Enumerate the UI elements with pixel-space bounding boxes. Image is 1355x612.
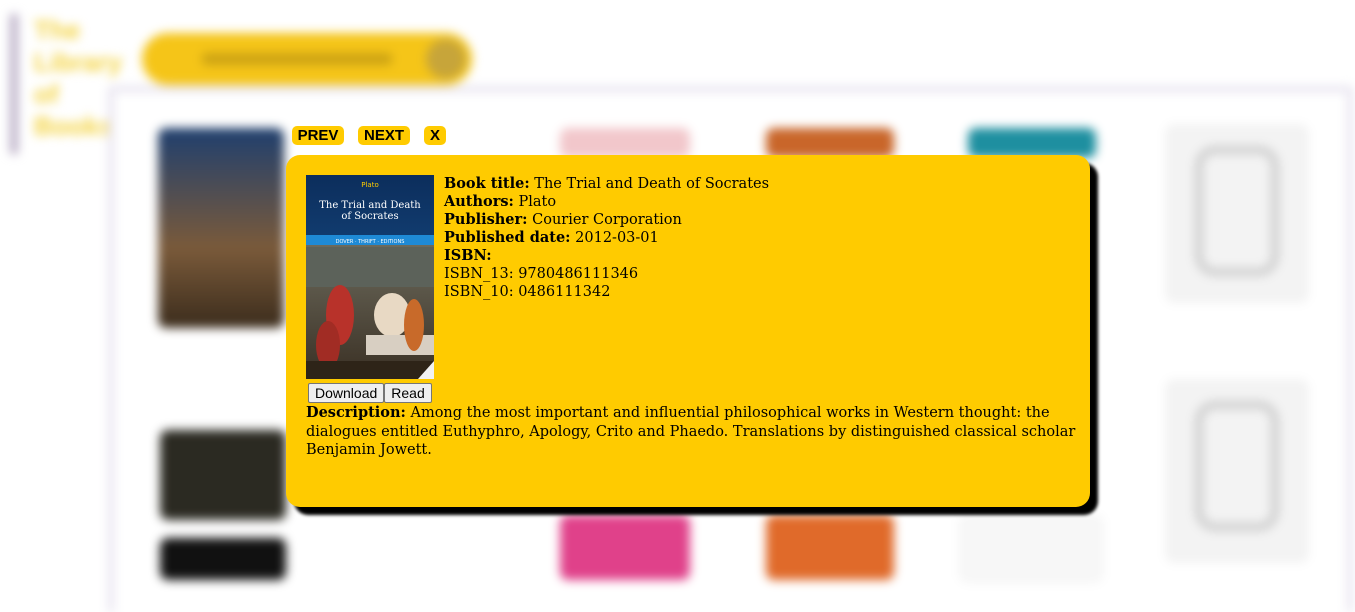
book-authors: Plato xyxy=(518,194,557,210)
placeholder-icon xyxy=(1195,146,1279,276)
authors-row: Authors: Plato xyxy=(444,193,1064,211)
publisher-label: Publisher: xyxy=(444,211,528,228)
book-card[interactable] xyxy=(766,128,894,158)
description-label: Description: xyxy=(306,404,406,421)
published-date-label: Published date: xyxy=(444,229,571,246)
book-description: Description: Among the most important an… xyxy=(306,404,1076,460)
book-metadata: Book title: The Trial and Death of Socra… xyxy=(444,175,1064,301)
published-date-row: Published date: 2012-03-01 xyxy=(444,229,1064,247)
book-card[interactable] xyxy=(766,515,894,580)
site-title-line: Library xyxy=(34,47,123,77)
book-publisher: Courier Corporation xyxy=(532,212,682,228)
publisher-row: Publisher: Courier Corporation xyxy=(444,211,1064,229)
prev-button[interactable]: PREV xyxy=(292,126,344,145)
book-card[interactable] xyxy=(560,128,690,158)
site-title: The Library of Books xyxy=(10,14,123,154)
book-published-date: 2012-03-01 xyxy=(575,230,659,246)
placeholder-icon xyxy=(1195,401,1279,531)
search-icon[interactable] xyxy=(426,39,466,79)
read-button[interactable]: Read xyxy=(384,383,432,403)
search-bar[interactable] xyxy=(142,33,472,85)
book-card-placeholder[interactable] xyxy=(1166,380,1308,562)
book-card[interactable] xyxy=(160,430,286,520)
site-title-line: Books xyxy=(34,111,114,141)
book-card[interactable] xyxy=(960,515,1102,582)
isbn-13: ISBN_13: 9780486111346 xyxy=(444,266,639,282)
isbn-row: ISBN: xyxy=(444,247,1064,265)
book-card[interactable] xyxy=(160,538,286,580)
cover-title-line: of Socrates xyxy=(341,211,398,222)
close-button[interactable]: X xyxy=(424,126,446,145)
search-input[interactable] xyxy=(202,53,392,65)
cover-title-line: The Trial and Death xyxy=(319,200,421,211)
title-label: Book title: xyxy=(444,175,530,192)
book-cover-image: Plato The Trial and Death of Socrates DO… xyxy=(306,175,434,379)
site-title-line: The xyxy=(34,15,81,45)
download-button[interactable]: Download xyxy=(308,383,385,403)
book-card-placeholder[interactable] xyxy=(1166,125,1308,302)
isbn-10: ISBN_10: 0486111342 xyxy=(444,284,611,300)
description-text: Among the most important and influential… xyxy=(306,405,1076,458)
site-title-line: of xyxy=(34,79,59,109)
cover-author: Plato xyxy=(361,181,378,189)
book-card[interactable] xyxy=(158,128,284,328)
book-card[interactable] xyxy=(560,515,690,580)
isbn-label: ISBN: xyxy=(444,247,492,264)
authors-label: Authors: xyxy=(444,193,514,210)
title-row: Book title: The Trial and Death of Socra… xyxy=(444,175,1064,193)
next-button[interactable]: NEXT xyxy=(358,126,410,145)
cover-series: DOVER · THRIFT · EDITIONS xyxy=(336,239,405,245)
book-card[interactable] xyxy=(968,128,1096,158)
action-buttons: Download Read xyxy=(308,383,432,403)
book-detail-modal: Plato The Trial and Death of Socrates DO… xyxy=(286,155,1090,507)
book-title: The Trial and Death of Socrates xyxy=(534,176,770,192)
